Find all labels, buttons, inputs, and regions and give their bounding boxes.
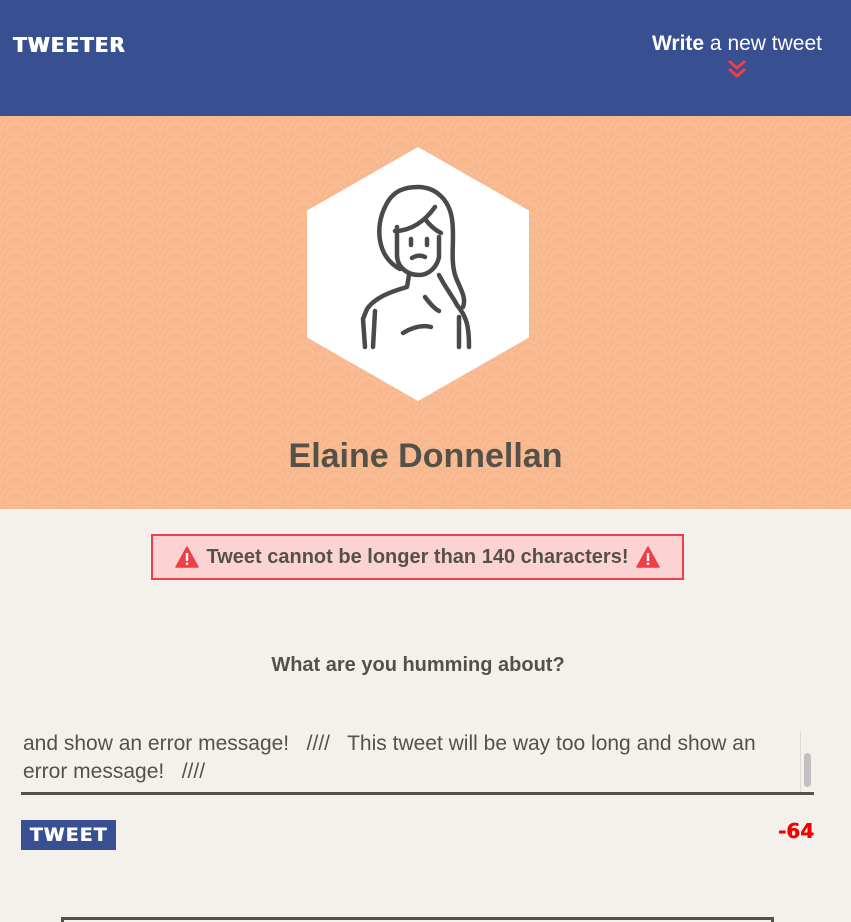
compose-label-rest: a new tweet	[704, 32, 822, 55]
textarea-scrollbar[interactable]	[800, 731, 814, 792]
profile-name: Elaine Donnellan	[0, 437, 851, 476]
warning-icon	[636, 546, 661, 568]
profile-header: Elaine Donnellan	[0, 116, 851, 509]
double-chevron-down-icon[interactable]	[726, 58, 748, 80]
tweet-button[interactable]: TWEET	[21, 820, 116, 850]
character-counter: -64	[777, 819, 814, 843]
tweet-card	[61, 917, 774, 922]
error-banner: Tweet cannot be longer than 140 characte…	[151, 534, 684, 580]
compose-toggle[interactable]: Write a new tweet	[652, 32, 822, 80]
compose-label-bold: Write	[651, 32, 705, 55]
top-nav: TWEETER Write a new tweet	[0, 0, 851, 116]
tweet-prompt: What are you humming about?	[271, 654, 565, 676]
first-name: Elaine	[288, 437, 389, 475]
scrollbar-thumb[interactable]	[804, 753, 811, 787]
brand-logo[interactable]: TWEETER	[13, 33, 126, 57]
tweet-text[interactable]: be way too long and show an error messag…	[23, 731, 793, 786]
warning-icon	[174, 546, 199, 568]
tweet-textarea[interactable]: be way too long and show an error messag…	[21, 731, 814, 795]
last-name: Donnellan	[388, 437, 563, 475]
error-message: Tweet cannot be longer than 140 characte…	[206, 545, 629, 568]
avatar	[307, 147, 529, 401]
